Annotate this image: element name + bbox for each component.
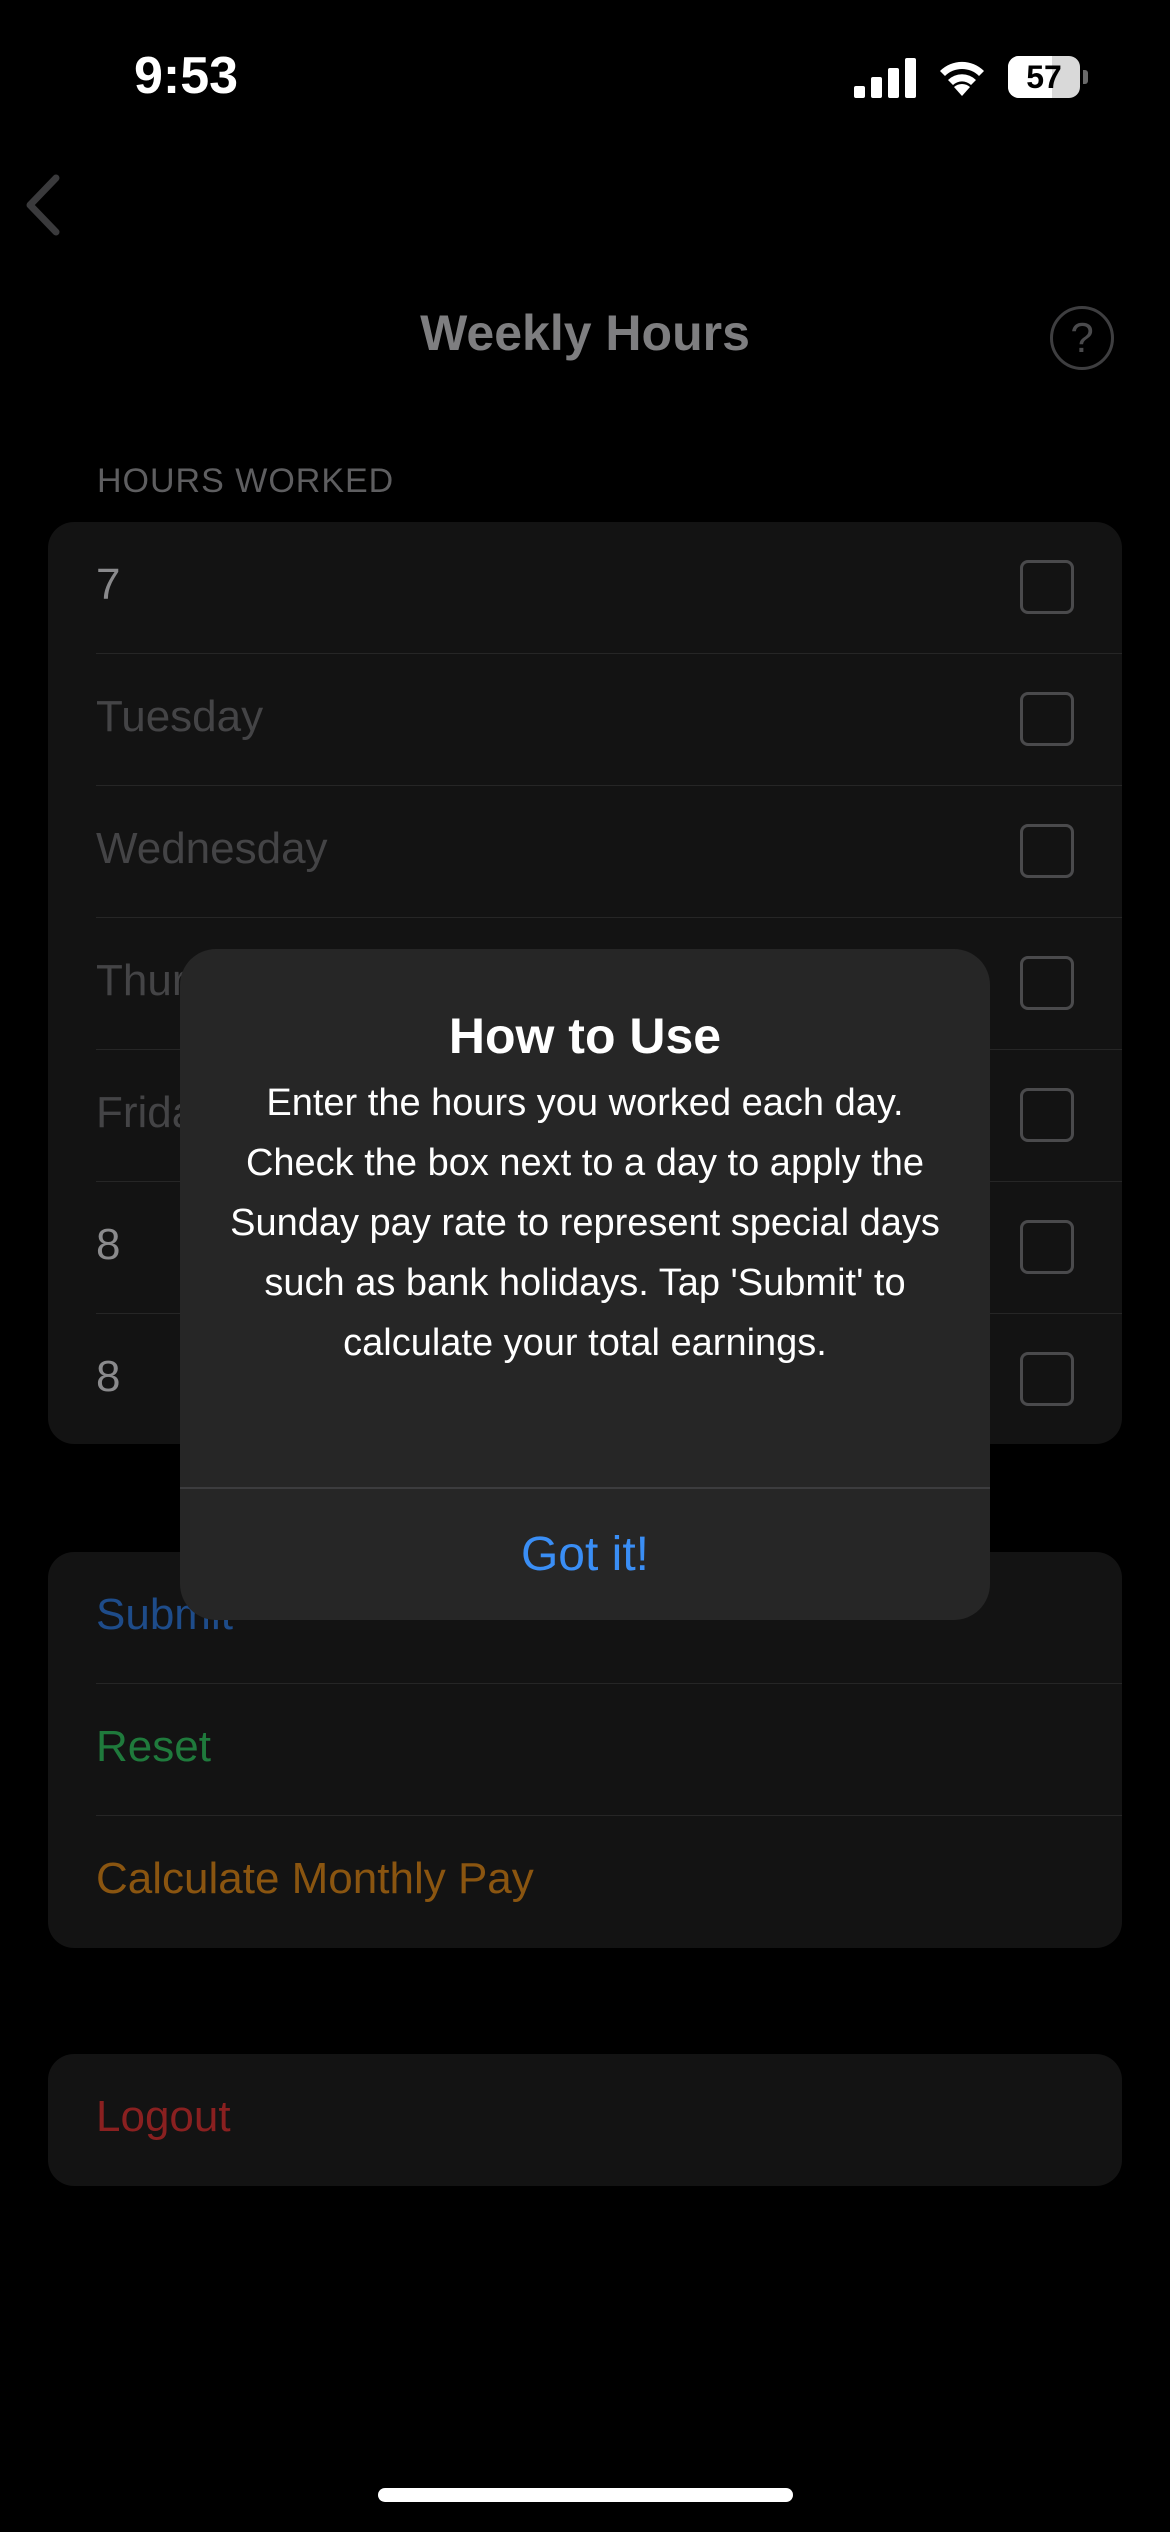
page-title: Weekly Hours [420, 305, 750, 361]
hours-row-2[interactable]: Tuesday [96, 654, 1122, 786]
sunday-rate-checkbox[interactable] [1020, 1088, 1074, 1142]
how-to-use-alert: How to Use Enter the hours you worked ea… [180, 949, 990, 1620]
hours-field[interactable]: Wednesday [96, 824, 328, 874]
chevron-left-icon[interactable] [18, 170, 68, 240]
logout-button[interactable]: Logout [96, 2054, 1122, 2186]
status-bar: 9:53 57 [0, 0, 1170, 150]
battery-level: 57 [1026, 59, 1062, 95]
got-it-button[interactable]: Got it! [180, 1489, 990, 1620]
alert-title: How to Use [448, 1008, 722, 1064]
sunday-rate-checkbox[interactable] [1020, 692, 1074, 746]
question-mark-circle-icon[interactable]: ? [1050, 306, 1114, 370]
reset-button[interactable]: Reset [96, 1684, 1122, 1816]
battery-icon: 57 [1008, 56, 1088, 98]
sunday-rate-checkbox[interactable] [1020, 824, 1074, 878]
hours-field[interactable]: 7 [96, 560, 120, 610]
reset-label: Reset [96, 1722, 211, 1771]
hours-field[interactable]: Tuesday [96, 692, 263, 742]
hours-field[interactable]: 8 [96, 1352, 120, 1402]
calculate-monthly-pay-label: Calculate Monthly Pay [96, 1854, 534, 1903]
sunday-rate-checkbox[interactable] [1020, 956, 1074, 1010]
calculate-monthly-pay-button[interactable]: Calculate Monthly Pay [96, 1816, 1122, 1948]
hours-field[interactable]: 8 [96, 1220, 120, 1270]
sunday-rate-checkbox[interactable] [1020, 560, 1074, 614]
status-time: 9:53 [134, 47, 239, 105]
logout-section: Logout [48, 2054, 1122, 2186]
logout-label: Logout [96, 2092, 231, 2141]
section-label-hours-worked: HOURS WORKED [97, 462, 395, 500]
home-indicator[interactable] [378, 2488, 793, 2502]
help-glyph: ? [1070, 314, 1094, 361]
hours-row-1[interactable]: 7 [96, 522, 1122, 654]
alert-message: Enter the hours you worked each day. Che… [230, 1082, 940, 1364]
hours-row-3[interactable]: Wednesday [96, 786, 1122, 918]
sunday-rate-checkbox[interactable] [1020, 1220, 1074, 1274]
wifi-icon [940, 61, 984, 96]
signal-icon [854, 58, 916, 98]
sunday-rate-checkbox[interactable] [1020, 1352, 1074, 1406]
